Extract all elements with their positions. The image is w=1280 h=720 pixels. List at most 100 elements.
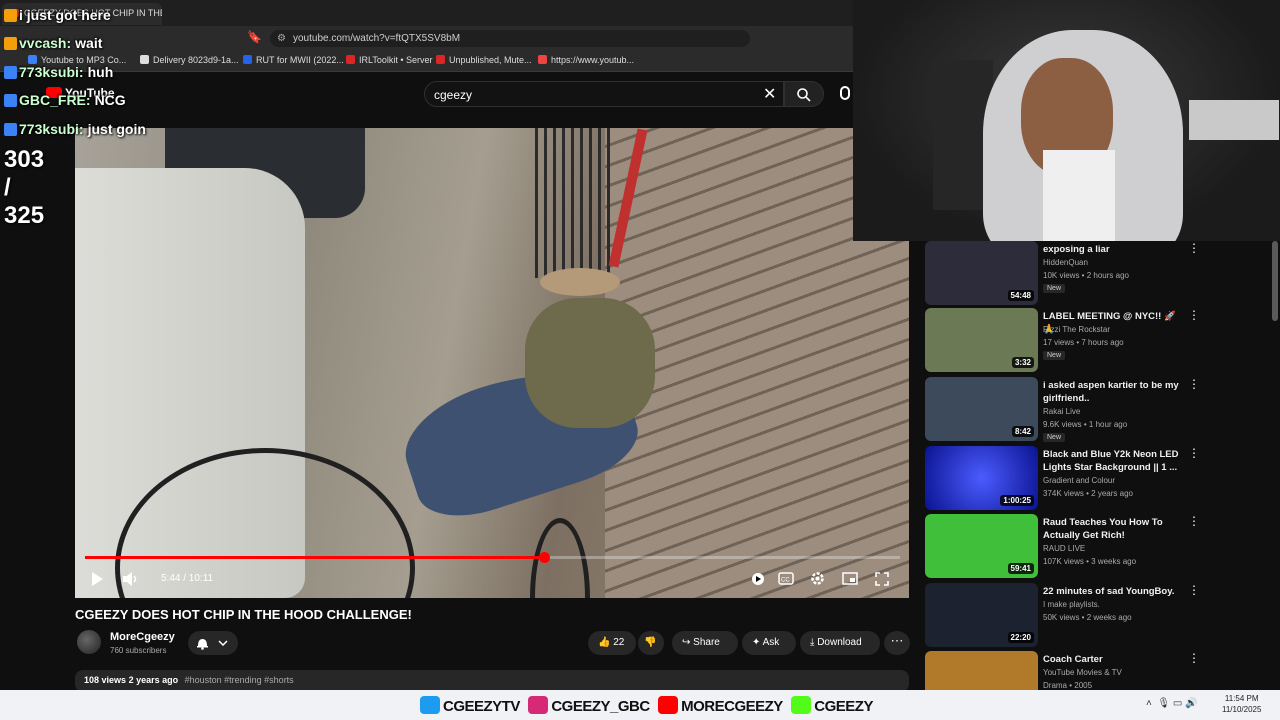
address-bar-row: ⚙ youtube.com/watch?v=ftQTX5SV8bM	[0, 26, 855, 50]
bookmark-item[interactable]: IRLToolkit • Server	[346, 55, 433, 65]
network-icon[interactable]: ▭	[1173, 698, 1182, 709]
list-item[interactable]: 3:32 LABEL MEETING @ NYC!! 🚀🙏 Rizzi The …	[925, 308, 1265, 372]
chevron-up-icon[interactable]: ˄	[1146, 698, 1152, 709]
rec-title[interactable]: i asked aspen kartier to be my girlfrien…	[1043, 379, 1183, 405]
rec-channel[interactable]: HiddenQuan	[1043, 258, 1088, 267]
like-count: 22	[613, 637, 625, 648]
browser-tab-bar: CGEEZY DOES HOT CHIP IN THE...	[0, 0, 855, 26]
video-scrubber-handle[interactable]	[538, 552, 550, 563]
search-input[interactable]: cgeezy	[424, 81, 784, 107]
like-button[interactable]: 👍 22	[588, 631, 636, 655]
miniplayer-icon[interactable]	[842, 572, 858, 585]
svg-text:CC: CC	[781, 578, 790, 584]
captions-icon[interactable]: CC	[778, 572, 794, 585]
youtube-handle: MORECGEEZY	[658, 696, 783, 715]
instagram-icon	[528, 696, 549, 714]
avatar[interactable]	[77, 630, 101, 654]
list-item[interactable]: 8:42 i asked aspen kartier to be my girl…	[925, 377, 1265, 442]
more-options-icon[interactable]: ⋮	[1188, 241, 1200, 255]
more-options-icon[interactable]: ⋮	[1188, 651, 1200, 665]
new-badge: New	[1043, 284, 1066, 293]
rec-meta: 10K views • 2 hours ago	[1043, 271, 1129, 280]
clock-time: 11:54 PM	[1224, 694, 1259, 703]
close-icon[interactable]: ✕	[763, 84, 776, 104]
video-thumbnail[interactable]: 1:00:25	[925, 446, 1038, 510]
notification-button[interactable]	[188, 631, 238, 655]
list-item[interactable]: 59:41 Raud Teaches You How To Actually G…	[925, 514, 1265, 578]
list-item[interactable]: Coach Carter YouTube Movies & TV Drama •…	[925, 651, 1265, 690]
rec-channel[interactable]: I make playlists.	[1043, 600, 1100, 609]
autoplay-toggle-icon[interactable]	[751, 572, 765, 586]
streamer-webcam	[853, 0, 1280, 241]
rec-title[interactable]: exposing a liar	[1043, 243, 1183, 256]
video-progress-bar[interactable]	[85, 552, 900, 563]
view-count: 108 views	[84, 675, 127, 685]
volume-icon[interactable]: 🔊	[1185, 698, 1197, 709]
system-tray[interactable]: ˄ 🎙 ▭ 🔊	[1146, 698, 1198, 709]
share-icon: ↪	[682, 637, 691, 648]
list-item[interactable]: 1:00:25 Black and Blue Y2k Neon LED Ligh…	[925, 446, 1265, 510]
follower-goal-counter: 303 / 325	[4, 146, 45, 229]
upload-age: 2 years ago	[128, 675, 179, 685]
video-thumbnail[interactable]: 59:41	[925, 514, 1038, 578]
rec-title[interactable]: Coach Carter	[1043, 653, 1183, 666]
rec-title[interactable]: Black and Blue Y2k Neon LED Lights Star …	[1043, 448, 1183, 474]
youtube-header: YouTube cgeezy ✕	[0, 72, 855, 116]
share-button[interactable]: ↪ Share	[672, 631, 738, 655]
mic-icon[interactable]	[840, 86, 850, 100]
system-clock[interactable]: 11:54 PM 11/10/2025	[1222, 693, 1261, 715]
more-options-icon[interactable]: ⋮	[1188, 514, 1200, 528]
rec-channel[interactable]: RAUD LIVE	[1043, 544, 1085, 553]
hashtags[interactable]: #houston #trending #shorts	[185, 675, 294, 685]
list-item[interactable]: 22:20 22 minutes of sad YoungBoy. I make…	[925, 583, 1265, 647]
list-item[interactable]: 54:48 exposing a liar HiddenQuan 10K vie…	[925, 241, 1265, 305]
search-button[interactable]	[784, 81, 824, 107]
rec-meta: 9.6K views • 1 hour ago	[1043, 420, 1128, 429]
social-handles-banner: CGEEZYTV CGEEZY_GBC MORECGEEZY CGEEZY	[420, 696, 877, 716]
mic-icon[interactable]: 🎙	[1157, 698, 1170, 709]
rec-title[interactable]: Raud Teaches You How To Actually Get Ric…	[1043, 516, 1183, 542]
fullscreen-icon[interactable]	[875, 572, 889, 586]
description-box[interactable]: 108 views 2 years ago #houston #trending…	[75, 670, 909, 692]
more-actions-button[interactable]: ⋯	[884, 631, 910, 655]
video-progress-fill	[85, 556, 544, 559]
settings-icon[interactable]	[810, 571, 825, 586]
chat-message: i just got here	[4, 7, 111, 23]
chat-badge-icon	[4, 9, 17, 22]
chat-badge-icon	[4, 94, 17, 107]
bookmark-item[interactable]: https://www.youtub...	[538, 55, 634, 65]
rec-channel[interactable]: Rizzi The Rockstar	[1043, 325, 1110, 334]
channel-name[interactable]: MoreCgeezy	[110, 631, 175, 643]
video-thumbnail[interactable]: 22:20	[925, 583, 1038, 647]
url-text: youtube.com/watch?v=ftQTX5SV8bM	[293, 33, 461, 44]
rec-title[interactable]: 22 minutes of sad YoungBoy.	[1043, 585, 1183, 598]
twitter-icon	[420, 696, 440, 714]
more-options-icon[interactable]: ⋮	[1188, 446, 1200, 460]
chat-badge-icon	[4, 37, 17, 50]
scrollbar[interactable]	[1272, 241, 1278, 321]
rec-channel[interactable]: Rakai Live	[1043, 407, 1080, 416]
dislike-button[interactable]: 👎	[638, 631, 664, 655]
url-field[interactable]: ⚙ youtube.com/watch?v=ftQTX5SV8bM	[270, 30, 750, 47]
download-button[interactable]: ⤓ Download	[800, 631, 880, 655]
bookmark-icon[interactable]: 🔖	[247, 30, 262, 44]
video-player[interactable]	[75, 128, 909, 598]
bookmark-item[interactable]: Unpublished, Mute...	[436, 55, 532, 65]
rec-channel[interactable]: Gradient and Colour	[1043, 476, 1115, 485]
rec-channel[interactable]: YouTube Movies & TV	[1043, 668, 1122, 677]
more-options-icon[interactable]: ⋮	[1188, 583, 1200, 597]
ask-button[interactable]: ✦ Ask	[742, 631, 796, 655]
video-thumbnail[interactable]	[925, 651, 1038, 690]
bookmark-item[interactable]: Delivery 8023d9-1a...	[140, 55, 239, 65]
chat-message: GBC_FRE: NCG	[4, 92, 126, 108]
bookmark-item[interactable]: RUT for MWII (2022...	[243, 55, 344, 65]
volume-icon[interactable]	[122, 571, 138, 587]
more-options-icon[interactable]: ⋮	[1188, 377, 1200, 391]
video-thumbnail[interactable]: 3:32	[925, 308, 1038, 372]
instagram-handle: CGEEZY_GBC	[528, 696, 650, 715]
video-thumbnail[interactable]: 54:48	[925, 241, 1038, 305]
video-thumbnail[interactable]: 8:42	[925, 377, 1038, 441]
site-info-icon[interactable]: ⚙	[277, 33, 286, 44]
play-icon[interactable]	[90, 571, 104, 587]
more-options-icon[interactable]: ⋮	[1188, 308, 1200, 322]
